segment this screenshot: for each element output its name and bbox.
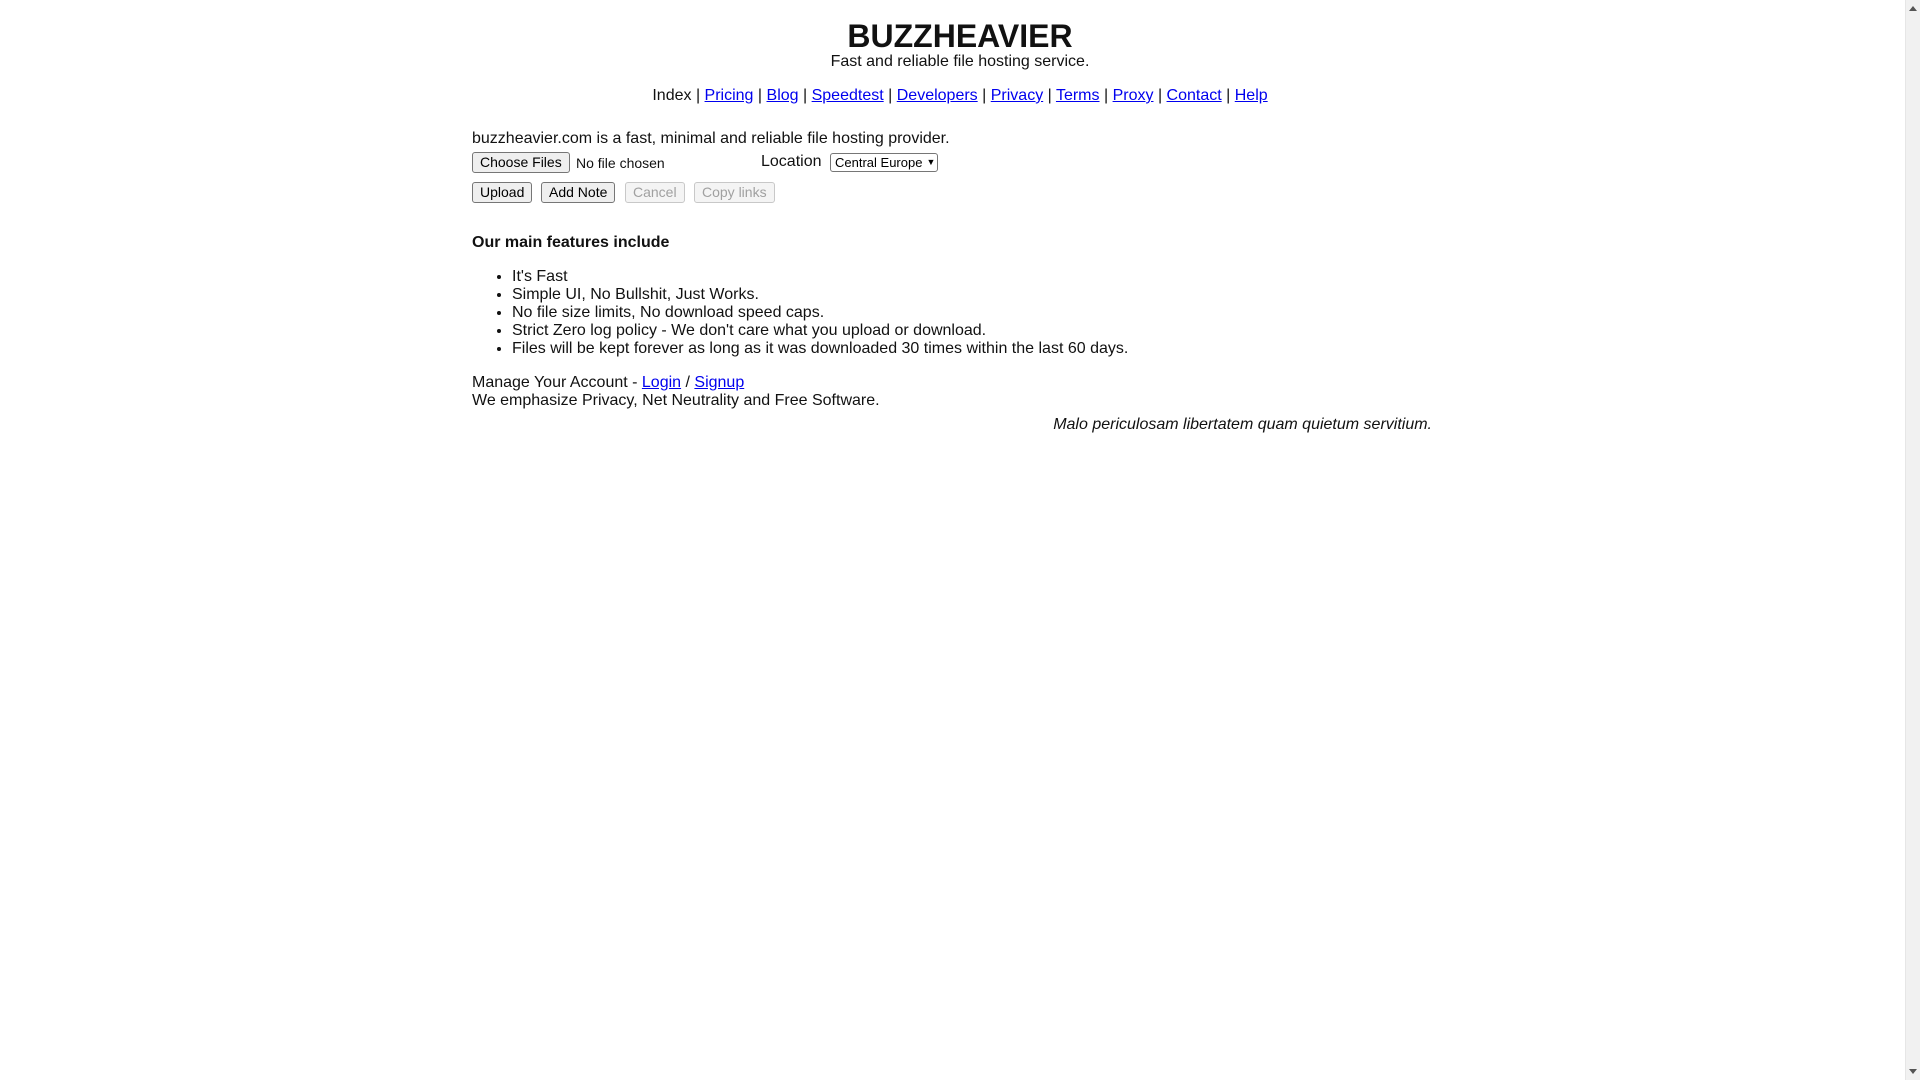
- feature-item: Files will be kept forever as long as it…: [512, 340, 1432, 358]
- vertical-scrollbar[interactable]: [1905, 0, 1920, 1080]
- upload-button[interactable]: Upload: [472, 182, 533, 203]
- nav-separator: |: [757, 87, 763, 104]
- feature-item: No file size limits, No download speed c…: [512, 304, 1432, 322]
- site-title: BUZZHEAVIER: [847, 18, 1073, 54]
- nav-separator: |: [1047, 87, 1052, 104]
- nav-link-developers[interactable]: Developers: [897, 87, 978, 104]
- nav-separator: |: [982, 87, 987, 104]
- nav-link-speedtest[interactable]: Speedtest: [812, 87, 884, 104]
- account-prefix: Manage Your Account -: [472, 374, 642, 391]
- file-status: No file chosen: [576, 155, 665, 171]
- location-value: Central Europe: [835, 155, 923, 170]
- account-slash: /: [681, 374, 695, 391]
- nav-link-terms[interactable]: Terms: [1056, 87, 1100, 104]
- scroll-up-icon[interactable]: [1909, 6, 1917, 11]
- nav-separator: |: [803, 87, 808, 104]
- signup-link[interactable]: Signup: [694, 374, 744, 391]
- page: BUZZHEAVIER Fast and reliable file hosti…: [0, 0, 1920, 1080]
- tagline: Fast and reliable file hosting service.: [830, 53, 1090, 70]
- nav-link-proxy[interactable]: Proxy: [1113, 87, 1154, 104]
- chevron-down-icon: ▼: [926, 157, 936, 167]
- upload-row: Choose Files No file chosen Location Cen…: [472, 152, 1432, 174]
- latin-quote: Malo periculosam libertatem quam quietum…: [1053, 416, 1432, 433]
- emphasis-text: We emphasize Privacy, Net Neutrality and…: [472, 392, 880, 409]
- nav-separator: |: [1226, 87, 1231, 104]
- location-select[interactable]: Central Europe ▼: [830, 153, 939, 172]
- action-row: Upload Add Note Cancel Copy links: [472, 182, 1432, 204]
- nav-item-index: Index: [652, 87, 692, 104]
- features-list: It's Fast Simple UI, No Bullshit, Just W…: [472, 268, 1432, 358]
- nav-separator: |: [695, 87, 701, 104]
- copy-links-button[interactable]: Copy links: [694, 182, 775, 203]
- scroll-down-icon[interactable]: [1909, 1069, 1917, 1074]
- feature-item: Strict Zero log policy - We don't care w…: [512, 322, 1432, 340]
- login-link[interactable]: Login: [642, 374, 681, 391]
- features-title: Our main features include: [472, 234, 670, 251]
- feature-item: It's Fast: [512, 268, 1432, 286]
- top-nav: Index | Pricing | Blog | Speedtest | Dev…: [0, 86, 1920, 106]
- nav-separator: |: [1157, 87, 1163, 104]
- choose-files-button[interactable]: Choose Files: [472, 152, 570, 173]
- nav-link-contact[interactable]: Contact: [1167, 87, 1222, 104]
- nav-separator: |: [888, 87, 893, 104]
- location-label: Location: [761, 153, 822, 170]
- add-note-button[interactable]: Add Note: [541, 182, 616, 203]
- cancel-button[interactable]: Cancel: [625, 182, 685, 203]
- nav-link-blog[interactable]: Blog: [767, 87, 799, 104]
- feature-item: Simple UI, No Bullshit, Just Works.: [512, 286, 1432, 304]
- nav-separator: |: [1103, 87, 1109, 104]
- account-line: Manage Your Account - Login / Signup: [472, 374, 1432, 392]
- nav-link-help[interactable]: Help: [1235, 87, 1268, 104]
- nav-link-privacy[interactable]: Privacy: [991, 87, 1043, 104]
- nav-link-pricing[interactable]: Pricing: [705, 87, 754, 104]
- intro-text: buzzheavier.com is a fast, minimal and r…: [472, 130, 950, 147]
- main-content: buzzheavier.com is a fast, minimal and r…: [472, 130, 1432, 434]
